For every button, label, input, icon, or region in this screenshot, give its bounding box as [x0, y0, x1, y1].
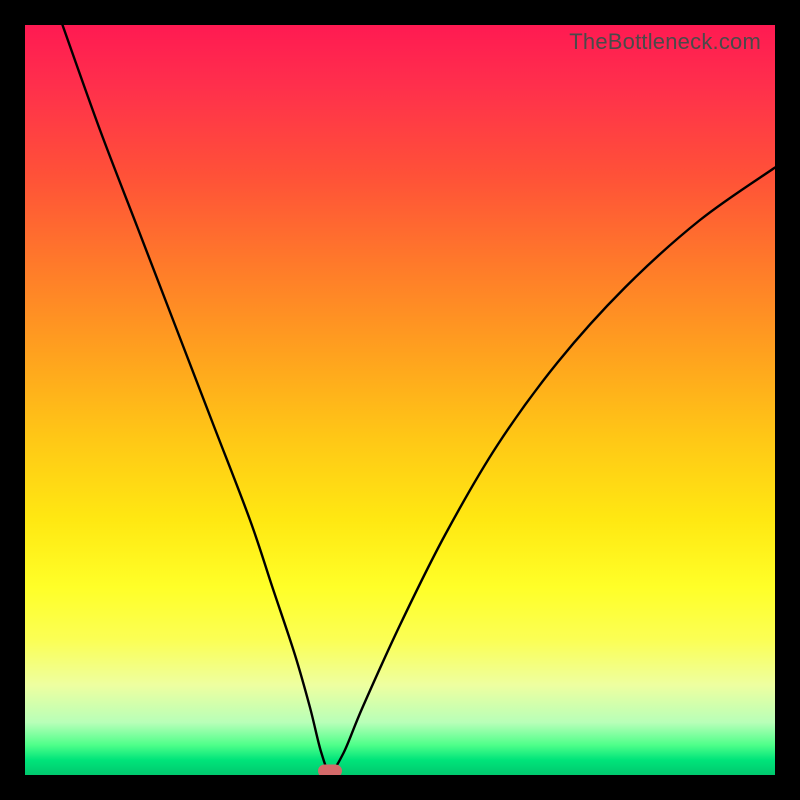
optimal-point-marker	[318, 765, 342, 775]
chart-frame: TheBottleneck.com	[0, 0, 800, 800]
plot-area: TheBottleneck.com	[25, 25, 775, 775]
bottleneck-curve	[25, 25, 775, 775]
